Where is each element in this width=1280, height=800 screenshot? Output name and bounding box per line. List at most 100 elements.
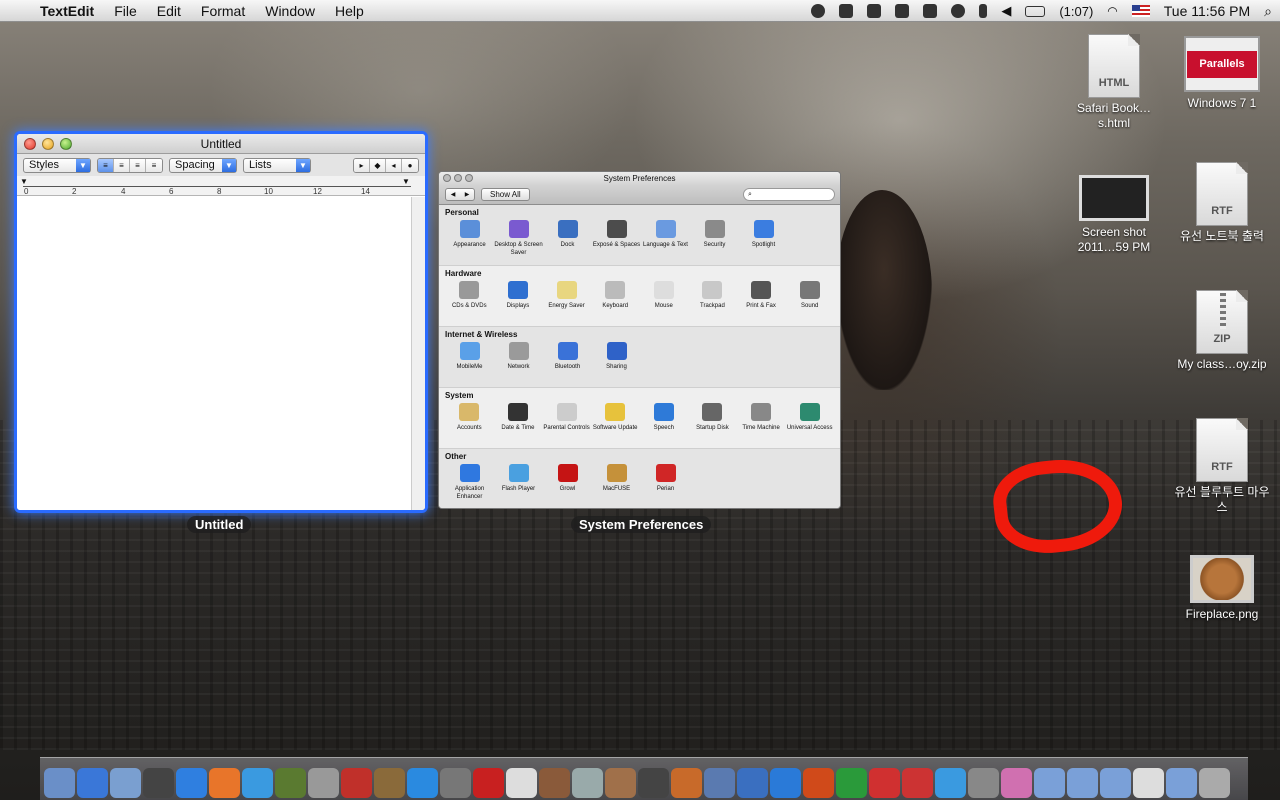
dock-app-icon[interactable] <box>341 768 372 798</box>
display-icon[interactable] <box>923 4 938 18</box>
dock-app-icon[interactable] <box>770 768 801 798</box>
dock-app-icon[interactable] <box>572 768 603 798</box>
time-machine-icon[interactable] <box>951 4 966 18</box>
dock-app-icon[interactable] <box>275 768 306 798</box>
back-forward-buttons[interactable]: ◀ ▶ <box>445 188 475 201</box>
text-editor-area[interactable] <box>17 197 411 510</box>
pref-pane[interactable]: Date & Time <box>494 403 543 432</box>
app-menu[interactable]: TextEdit <box>40 3 94 19</box>
bluetooth-icon[interactable] <box>979 4 988 18</box>
pref-pane[interactable]: Spotlight <box>739 220 788 257</box>
menu-format[interactable]: Format <box>201 3 245 19</box>
desktop-icon-zip[interactable]: ZIP My class…oy.zip <box>1172 290 1272 372</box>
align-left-icon[interactable]: ≡ <box>98 158 114 172</box>
align-justify-icon[interactable]: ≡ <box>130 158 146 172</box>
growl-icon[interactable] <box>811 4 826 18</box>
dock-app-icon[interactable] <box>44 768 75 798</box>
pref-pane[interactable]: Universal Access <box>785 403 834 432</box>
center-tab-icon[interactable]: ◆ <box>370 158 386 172</box>
right-margin-marker-icon[interactable]: ▼ <box>402 177 410 186</box>
zoom-button[interactable] <box>465 174 473 182</box>
dock-app-icon[interactable] <box>968 768 999 798</box>
dock-app-icon[interactable] <box>176 768 207 798</box>
pref-pane[interactable]: MobileMe <box>445 342 494 371</box>
zoom-button[interactable] <box>60 138 72 150</box>
dock-app-icon[interactable] <box>869 768 900 798</box>
textedit-window-highlight[interactable]: Untitled Styles ▼ ≡ ≡ ≡ ≡ Spacing ▼ Lists ▼… <box>14 131 428 513</box>
dropbox-icon[interactable] <box>839 4 854 18</box>
menu-window[interactable]: Window <box>265 3 315 19</box>
alignment-control[interactable]: ≡ ≡ ≡ ≡ <box>97 157 163 173</box>
pref-pane[interactable]: Parental Controls <box>542 403 591 432</box>
pref-pane[interactable]: Sharing <box>592 342 641 371</box>
align-center-icon[interactable]: ≡ <box>114 158 130 172</box>
pref-pane[interactable]: Sound <box>785 281 834 310</box>
dock-app-icon[interactable] <box>803 768 834 798</box>
desktop-icon-windows-7[interactable]: Parallels Windows 7 1 <box>1172 36 1272 111</box>
dock-app-icon[interactable] <box>1100 768 1131 798</box>
pref-pane[interactable]: Network <box>494 342 543 371</box>
spacing-popup[interactable]: Spacing ▼ <box>169 157 237 173</box>
dock-app-icon[interactable] <box>506 768 537 798</box>
vertical-scrollbar[interactable] <box>411 197 425 510</box>
pref-pane[interactable]: Exposé & Spaces <box>592 220 641 257</box>
pref-pane[interactable]: Energy Saver <box>542 281 591 310</box>
pref-pane[interactable]: Flash Player <box>494 464 543 501</box>
system-preferences-window[interactable]: System Preferences ◀ ▶ Show All ⌕ Persona… <box>438 171 841 509</box>
pref-pane[interactable]: Desktop & Screen Saver <box>494 220 543 257</box>
pref-pane[interactable]: Dock <box>543 220 592 257</box>
close-button[interactable] <box>443 174 451 182</box>
dock-app-icon[interactable] <box>308 768 339 798</box>
close-button[interactable] <box>24 138 36 150</box>
dock-app-icon[interactable] <box>143 768 174 798</box>
desktop-icon-safari-bookmarks[interactable]: HTML Safari Book…s.html <box>1064 34 1164 131</box>
pref-pane[interactable]: Language & Text <box>641 220 690 257</box>
dock-app-icon[interactable] <box>209 768 240 798</box>
battery-icon[interactable] <box>1025 5 1046 17</box>
back-icon[interactable]: ◀ <box>451 191 456 198</box>
decimal-tab-icon[interactable]: ● <box>402 158 418 172</box>
pref-pane[interactable]: Displays <box>494 281 543 310</box>
evernote-icon[interactable] <box>895 4 910 18</box>
minimize-button[interactable] <box>42 138 54 150</box>
clipboard-icon[interactable] <box>867 4 882 18</box>
pref-pane[interactable]: MacFUSE <box>592 464 641 501</box>
pref-pane[interactable]: Application Enhancer <box>445 464 494 501</box>
dock-app-icon[interactable] <box>902 768 933 798</box>
ruler[interactable]: 0 2 4 6 8 10 12 14 ▼ ▼ <box>17 176 425 196</box>
dock-app-icon[interactable] <box>407 768 438 798</box>
pref-pane[interactable]: Trackpad <box>688 281 737 310</box>
pref-pane[interactable]: Perian <box>641 464 690 501</box>
left-tab-icon[interactable]: ▸ <box>354 158 370 172</box>
desktop-icon-rtf-2[interactable]: RTF 유선 블루투트 마우스 <box>1172 418 1272 515</box>
sysprefs-search-field[interactable]: ⌕ <box>743 188 835 201</box>
show-all-button[interactable]: Show All <box>481 188 530 201</box>
pref-pane[interactable]: Time Machine <box>737 403 786 432</box>
menu-edit[interactable]: Edit <box>157 3 181 19</box>
forward-icon[interactable]: ▶ <box>465 191 470 198</box>
tab-stops-control[interactable]: ▸ ◆ ◂ ● <box>353 157 419 173</box>
pref-pane[interactable]: Bluetooth <box>543 342 592 371</box>
dock-app-icon[interactable] <box>638 768 669 798</box>
pref-pane[interactable]: Keyboard <box>591 281 640 310</box>
dock-app-icon[interactable] <box>704 768 735 798</box>
sysprefs-titlebar[interactable]: System Preferences <box>439 172 840 185</box>
right-tab-icon[interactable]: ◂ <box>386 158 402 172</box>
textedit-titlebar[interactable]: Untitled <box>17 134 425 154</box>
dock-app-icon[interactable] <box>671 768 702 798</box>
dock-app-icon[interactable] <box>242 768 273 798</box>
dock-app-icon[interactable] <box>374 768 405 798</box>
minimize-button[interactable] <box>454 174 462 182</box>
dock-app-icon[interactable] <box>77 768 108 798</box>
pref-pane[interactable]: Appearance <box>445 220 494 257</box>
dock-app-icon[interactable] <box>440 768 471 798</box>
pref-pane[interactable]: Print & Fax <box>737 281 786 310</box>
styles-popup[interactable]: Styles ▼ <box>23 157 91 173</box>
us-flag-icon[interactable] <box>1131 5 1150 17</box>
dock-app-icon[interactable] <box>1133 768 1164 798</box>
lists-popup[interactable]: Lists ▼ <box>243 157 311 173</box>
dock-app-icon[interactable] <box>1067 768 1098 798</box>
menu-help[interactable]: Help <box>335 3 364 19</box>
pref-pane[interactable]: Software Update <box>591 403 640 432</box>
pref-pane[interactable]: Mouse <box>640 281 689 310</box>
